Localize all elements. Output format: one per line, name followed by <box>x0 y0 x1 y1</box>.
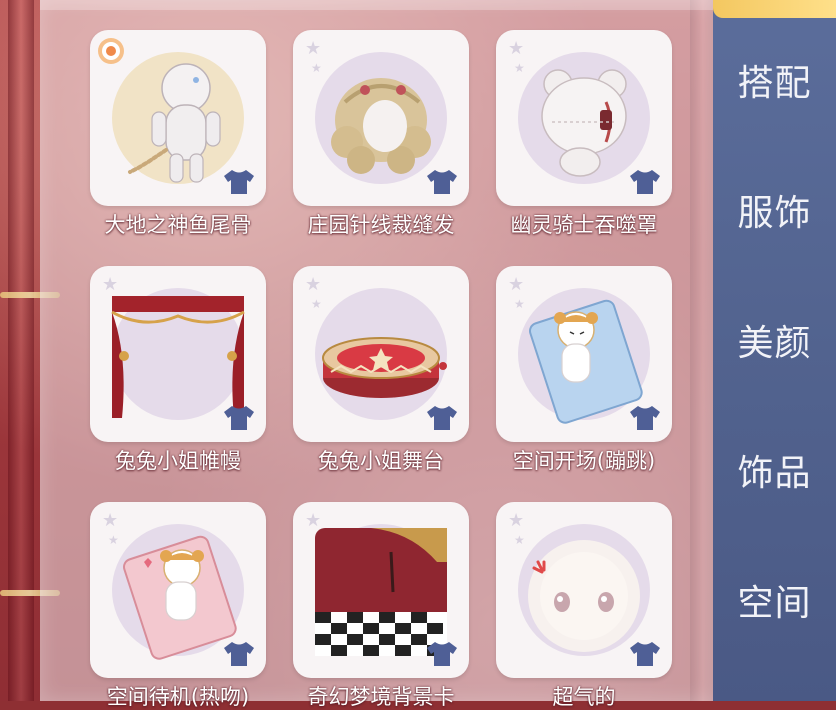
clothing-shirt-icon <box>224 406 254 430</box>
item-label: 超气的 <box>552 685 616 709</box>
clothing-shirt-icon <box>224 170 254 194</box>
clothing-shirt-icon <box>427 642 457 666</box>
sidebar-item-outfit[interactable]: 搭配 <box>713 54 836 114</box>
clothing-shirt-icon <box>630 170 660 194</box>
sidebar-selected-tab[interactable] <box>713 0 836 18</box>
item-label: 空间开场(蹦跳) <box>512 449 656 473</box>
item-label: 兔兔小姐舞台 <box>318 449 444 473</box>
clothing-shirt-icon <box>224 642 254 666</box>
item-card[interactable]: ★ <box>90 266 266 442</box>
clothing-shirt-icon <box>427 170 457 194</box>
item-label: 兔兔小姐帷幔 <box>115 449 241 473</box>
item-card[interactable]: ★ <box>293 502 469 678</box>
sidebar-item-clothing[interactable]: 服饰 <box>713 184 836 244</box>
item-label: 大地之神鱼尾骨 <box>104 213 252 237</box>
item-card[interactable]: ★ ★ <box>496 502 672 678</box>
sidebar-item-space[interactable]: 空间 <box>713 574 836 634</box>
clothing-shirt-icon <box>630 406 660 430</box>
item-card[interactable]: ★ ★ <box>496 30 672 206</box>
item-label: 奇幻梦境背景卡 <box>307 685 455 709</box>
clothing-shirt-icon <box>427 406 457 430</box>
item-card[interactable]: ★ ★ <box>496 266 672 442</box>
item-label: 庄园针线裁缝发 <box>307 213 455 237</box>
clothing-shirt-icon <box>630 642 660 666</box>
sidebar-item-accessories[interactable]: 饰品 <box>713 444 836 504</box>
item-label: 空间待机(热吻) <box>106 685 250 709</box>
item-card[interactable]: ★ ★ <box>293 30 469 206</box>
item-card[interactable]: ★ ★ <box>90 502 266 678</box>
item-label: 幽灵骑士吞噬罩 <box>510 213 658 237</box>
category-header-strip <box>40 0 713 10</box>
item-card[interactable] <box>90 30 266 206</box>
item-card[interactable]: ★ ★ <box>293 266 469 442</box>
sidebar-item-beauty[interactable]: 美颜 <box>713 314 836 374</box>
